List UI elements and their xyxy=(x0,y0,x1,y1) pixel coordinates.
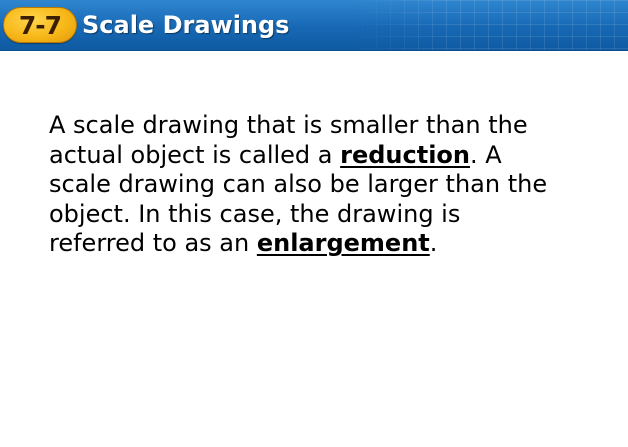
banner-grid-pattern xyxy=(348,0,628,50)
term-enlargement: enlargement xyxy=(256,229,430,257)
body-line-5-start: referred to as an xyxy=(49,229,257,257)
lesson-title: Scale Drawings xyxy=(82,11,290,39)
body-line-3: scale drawing can also be larger than th… xyxy=(49,170,548,198)
body-line-1: A scale drawing that is smaller than the xyxy=(49,111,528,139)
lesson-header-banner: 7-7 Scale Drawings xyxy=(0,0,628,51)
definition-text: A scale drawing that is smaller than the… xyxy=(49,111,609,259)
body-line-5-end: . xyxy=(429,229,438,257)
term-reduction: reduction xyxy=(340,140,471,169)
lesson-number-badge: 7-7 xyxy=(3,7,77,43)
body-line-2-start: actual object is called a xyxy=(49,140,341,169)
body-line-4: object. In this case, the drawing is xyxy=(49,199,461,228)
body-paragraph: A scale drawing that is smaller than the… xyxy=(49,111,609,259)
lesson-number: 7-7 xyxy=(18,10,62,40)
body-line-2-end: . A xyxy=(470,140,502,169)
